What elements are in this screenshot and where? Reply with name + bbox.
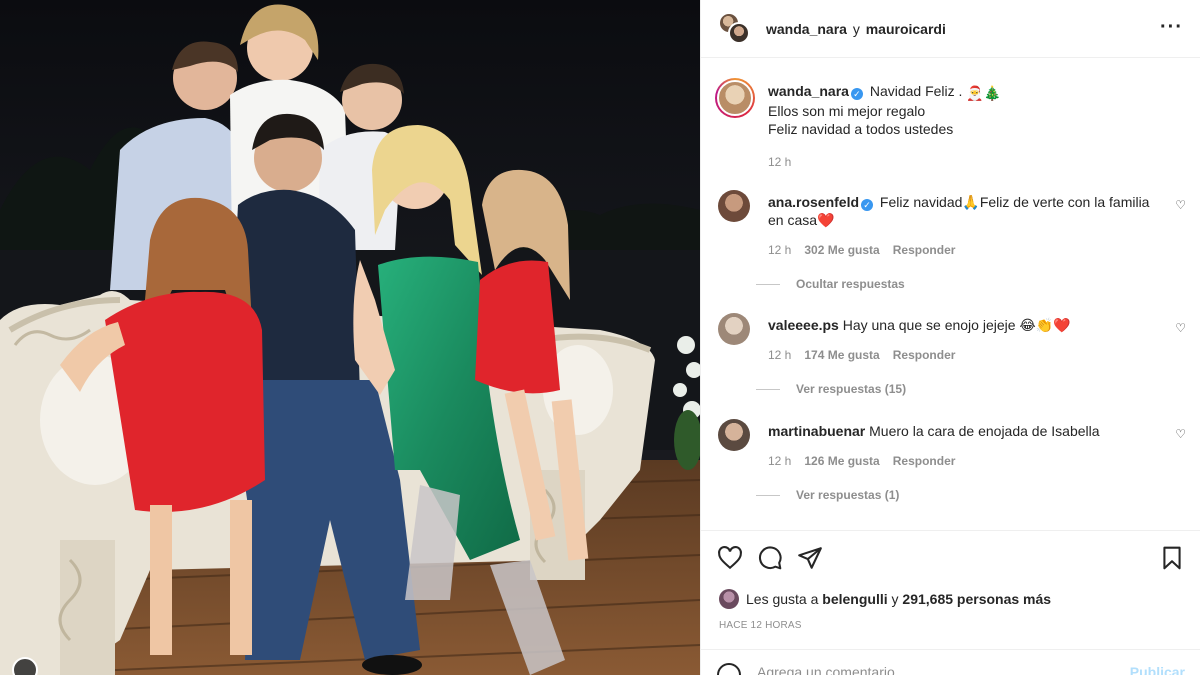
post-actions: Les gusta a belengulli y 291,685 persona… [701, 530, 1200, 675]
comment-body: ana.rosenfeld ✓ Feliz navidad🙏Feliz de ve… [768, 193, 1163, 259]
avatar [719, 589, 739, 609]
family-photo-illustration [0, 0, 700, 675]
comment-text: Muero la cara de enojada de Isabella [869, 423, 1100, 439]
comment-username-link[interactable]: ana.rosenfeld [768, 194, 859, 210]
bookmark-icon[interactable] [1159, 545, 1185, 571]
reply-button[interactable]: Responder [893, 346, 956, 364]
publish-button[interactable]: Publicar [1130, 664, 1185, 675]
post-photo[interactable] [0, 0, 700, 675]
author-username-link[interactable]: wanda_nara [766, 21, 847, 37]
avatar[interactable] [718, 313, 750, 345]
share-icon[interactable] [797, 545, 823, 571]
thread-line [756, 494, 780, 496]
liked-by-username-link[interactable]: belengulli [822, 591, 887, 607]
thread-line [756, 388, 780, 390]
hide-replies-toggle[interactable]: Ocultar respuestas [756, 277, 905, 291]
avatar[interactable] [718, 190, 750, 222]
likes-prefix: Les gusta a [746, 591, 819, 607]
comment-body: valeeee.ps Hay una que se enojo jejeje 😂… [768, 316, 1163, 364]
collab-avatars[interactable] [718, 11, 752, 46]
caption-body: wanda_nara ✓ Navidad Feliz . 🎅🎄 Ellos son… [768, 82, 1178, 171]
comment-timestamp[interactable]: 12 h [768, 452, 791, 470]
comment-meta: 12 h 126 Me gusta Responder [768, 452, 1163, 470]
thread-line [756, 283, 780, 285]
avatar [728, 21, 750, 44]
action-icons [717, 545, 823, 571]
more-horizontal-icon[interactable]: ··· [1160, 17, 1183, 37]
comment-meta: 12 h 302 Me gusta Responder [768, 241, 1163, 259]
comment-meta: 12 h 174 Me gusta Responder [768, 346, 1163, 364]
reply-button[interactable]: Responder [893, 241, 956, 259]
post-timestamp[interactable]: HACE 12 HORAS [719, 620, 802, 631]
reply-button[interactable]: Responder [893, 452, 956, 470]
comment-input[interactable] [757, 664, 1117, 675]
caption-timestamp[interactable]: 12 h [768, 153, 1178, 171]
comment-like-count[interactable]: 302 Me gusta [804, 241, 879, 259]
likes-summary: Les gusta a belengulli y 291,685 persona… [719, 589, 1051, 609]
likes-connector: y [891, 591, 899, 607]
caption-username-link[interactable]: wanda_nara [768, 83, 849, 99]
comment-like-heart-icon[interactable]: ♡ [1175, 321, 1186, 335]
username-connector: y [852, 20, 860, 37]
caption-emoji: 🎅🎄 [966, 85, 1002, 101]
collab-usernames: wanda_nara y mauroicardi [766, 21, 946, 37]
comment-like-heart-icon[interactable]: ♡ [1175, 198, 1186, 212]
comment-username-link[interactable]: valeeee.ps [768, 317, 839, 333]
comment-icon[interactable] [757, 545, 783, 571]
verified-badge-icon: ✓ [861, 199, 874, 211]
post-header: wanda_nara y mauroicardi ··· [701, 0, 1200, 58]
comment-like-count[interactable]: 126 Me gusta [804, 452, 879, 470]
caption-line-1: Navidad Feliz . [869, 83, 963, 99]
thread-toggle-label: Ver respuestas (1) [796, 488, 900, 502]
comment-composer: Publicar [701, 649, 1200, 675]
likes-count-link[interactable]: 291,685 personas más [902, 591, 1051, 607]
comment-like-count[interactable]: 174 Me gusta [804, 346, 879, 364]
avatar [717, 80, 753, 116]
verified-badge-icon: ✓ [850, 88, 863, 100]
comments-list[interactable]: wanda_nara ✓ Navidad Feliz . 🎅🎄 Ellos son… [701, 58, 1200, 530]
comment-text: Hay una que se enojo jejeje 😂👏❤️ [842, 317, 1071, 333]
comment-timestamp[interactable]: 12 h [768, 346, 791, 364]
heart-icon[interactable] [717, 545, 743, 571]
comment-like-heart-icon[interactable]: ♡ [1175, 427, 1186, 441]
comment-username-link[interactable]: martinabuenar [768, 423, 865, 439]
thread-toggle-label: Ver respuestas (15) [796, 382, 907, 396]
story-ring-avatar[interactable] [715, 78, 755, 118]
view-replies-toggle[interactable]: Ver respuestas (1) [756, 488, 899, 502]
caption-line-3: Feliz navidad a todos ustedes [768, 121, 954, 137]
instagram-post: wanda_nara y mauroicardi ··· wanda_nara ✓… [0, 0, 1200, 675]
caption-line-2: Ellos son mi mejor regalo [768, 103, 926, 119]
avatar[interactable] [718, 419, 750, 451]
thread-toggle-label: Ocultar respuestas [796, 277, 905, 291]
comment-timestamp[interactable]: 12 h [768, 241, 791, 259]
view-replies-toggle[interactable]: Ver respuestas (15) [756, 382, 906, 396]
coauthor-username-link[interactable]: mauroicardi [866, 21, 946, 37]
post-sidebar: wanda_nara y mauroicardi ··· wanda_nara ✓… [700, 0, 1200, 675]
emoji-icon[interactable] [717, 663, 741, 675]
comment-body: martinabuenar Muero la cara de enojada d… [768, 422, 1163, 470]
